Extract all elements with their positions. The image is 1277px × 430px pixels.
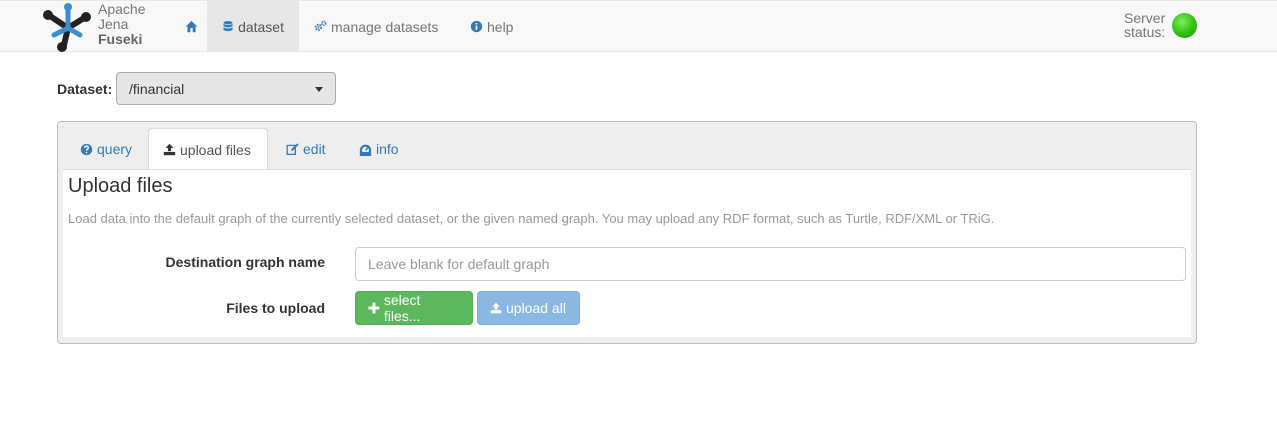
info-circle-icon: [470, 20, 483, 33]
dataset-select[interactable]: /financial: [116, 72, 336, 105]
tab-edit-label: edit: [303, 141, 326, 157]
database-icon: [223, 21, 233, 32]
tab-query-label: query: [97, 141, 133, 157]
caret-down-icon: [315, 87, 323, 92]
upload-all-label: upload all: [506, 300, 566, 316]
nav-help-label: help: [487, 18, 514, 35]
dataset-label: Dataset:: [57, 81, 113, 97]
upload-content: Upload files Load data into the default …: [63, 169, 1191, 337]
select-files-button[interactable]: select files...: [355, 291, 473, 325]
server-status-label: Server status:: [1124, 11, 1165, 39]
server-status-indicator: [1172, 13, 1197, 38]
cogs-icon: [314, 20, 327, 31]
tab-edit[interactable]: edit: [272, 128, 340, 170]
files-to-upload-label: Files to upload: [226, 300, 325, 316]
nav-dataset[interactable]: dataset: [207, 1, 299, 52]
edit-icon: [286, 142, 299, 155]
tab-query[interactable]: query: [66, 128, 146, 170]
fuseki-logo-icon: [43, 3, 91, 52]
upload-description: Load data into the default graph of the …: [68, 211, 995, 226]
tab-info[interactable]: info: [345, 128, 413, 170]
select-files-label: select files...: [383, 292, 421, 324]
plus-icon: [368, 302, 380, 314]
dataset-selected-value: /financial: [129, 81, 185, 97]
destination-graph-input[interactable]: [355, 247, 1186, 281]
server-status-line-2: status:: [1124, 24, 1166, 40]
nav-manage-datasets[interactable]: manage datasets: [299, 1, 453, 52]
server-status-line-1: Server: [1124, 10, 1166, 26]
home-icon: [185, 20, 198, 33]
brand-line-3: Fuseki: [98, 31, 143, 47]
nav-dataset-label: dataset: [238, 18, 284, 35]
brand-line-2: Jena: [98, 16, 129, 32]
tab-bar: query upload files edit info: [58, 122, 1196, 170]
upload-icon: [163, 143, 176, 156]
brand-text: Apache Jena Fuseki: [98, 2, 145, 47]
tab-upload-files[interactable]: upload files: [148, 128, 268, 170]
nav-help[interactable]: help: [455, 1, 528, 52]
brand-line-1: Apache: [98, 1, 146, 17]
brand-logo[interactable]: Apache Jena Fuseki: [40, 1, 145, 53]
upload-icon: [490, 302, 502, 314]
question-circle-icon: [80, 143, 93, 155]
upload-all-button[interactable]: upload all: [477, 291, 580, 325]
nav-manage-label: manage datasets: [331, 18, 439, 35]
tab-info-label: info: [376, 141, 399, 157]
tab-upload-label: upload files: [180, 141, 251, 158]
dataset-panel: query upload files edit info Upload file…: [57, 121, 1197, 344]
navbar: Apache Jena Fuseki dataset manage datase…: [0, 0, 1277, 52]
upload-title: Upload files: [68, 175, 173, 197]
destination-graph-label: Destination graph name: [165, 254, 325, 270]
dashboard-icon: [359, 144, 372, 156]
